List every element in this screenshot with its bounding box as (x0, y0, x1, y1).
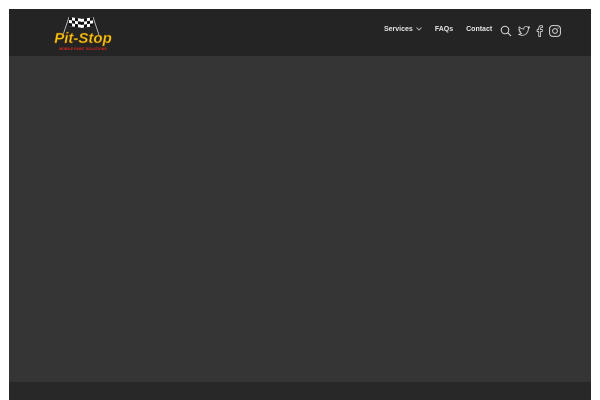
search-icon[interactable] (500, 25, 512, 37)
hero-area (9, 56, 591, 382)
logo-wordmark: Pit-Stop (54, 30, 112, 47)
nav-item-faqs[interactable]: FAQs (435, 26, 453, 33)
nav-label: Services (384, 26, 413, 33)
facebook-icon[interactable] (536, 25, 543, 37)
nav-item-contact[interactable]: Contact (466, 26, 492, 33)
nav-item-services[interactable]: Services (384, 26, 422, 33)
logo-tagline: MOBILE PAINT SOLUTIONS (59, 47, 107, 51)
page-frame: Pit-Stop MOBILE PAINT SOLUTIONS Services… (9, 9, 591, 400)
twitter-icon[interactable] (518, 25, 530, 37)
footer-bar (9, 382, 591, 400)
nav-label: Contact (466, 26, 493, 33)
site-header: Pit-Stop MOBILE PAINT SOLUTIONS Services… (9, 9, 591, 56)
site-logo[interactable]: Pit-Stop MOBILE PAINT SOLUTIONS (41, 15, 125, 53)
main-nav: Services FAQs Contact (384, 26, 492, 33)
chevron-down-icon (416, 26, 422, 33)
header-icons (500, 25, 561, 37)
instagram-icon[interactable] (549, 25, 561, 37)
nav-label: FAQs (434, 26, 454, 33)
